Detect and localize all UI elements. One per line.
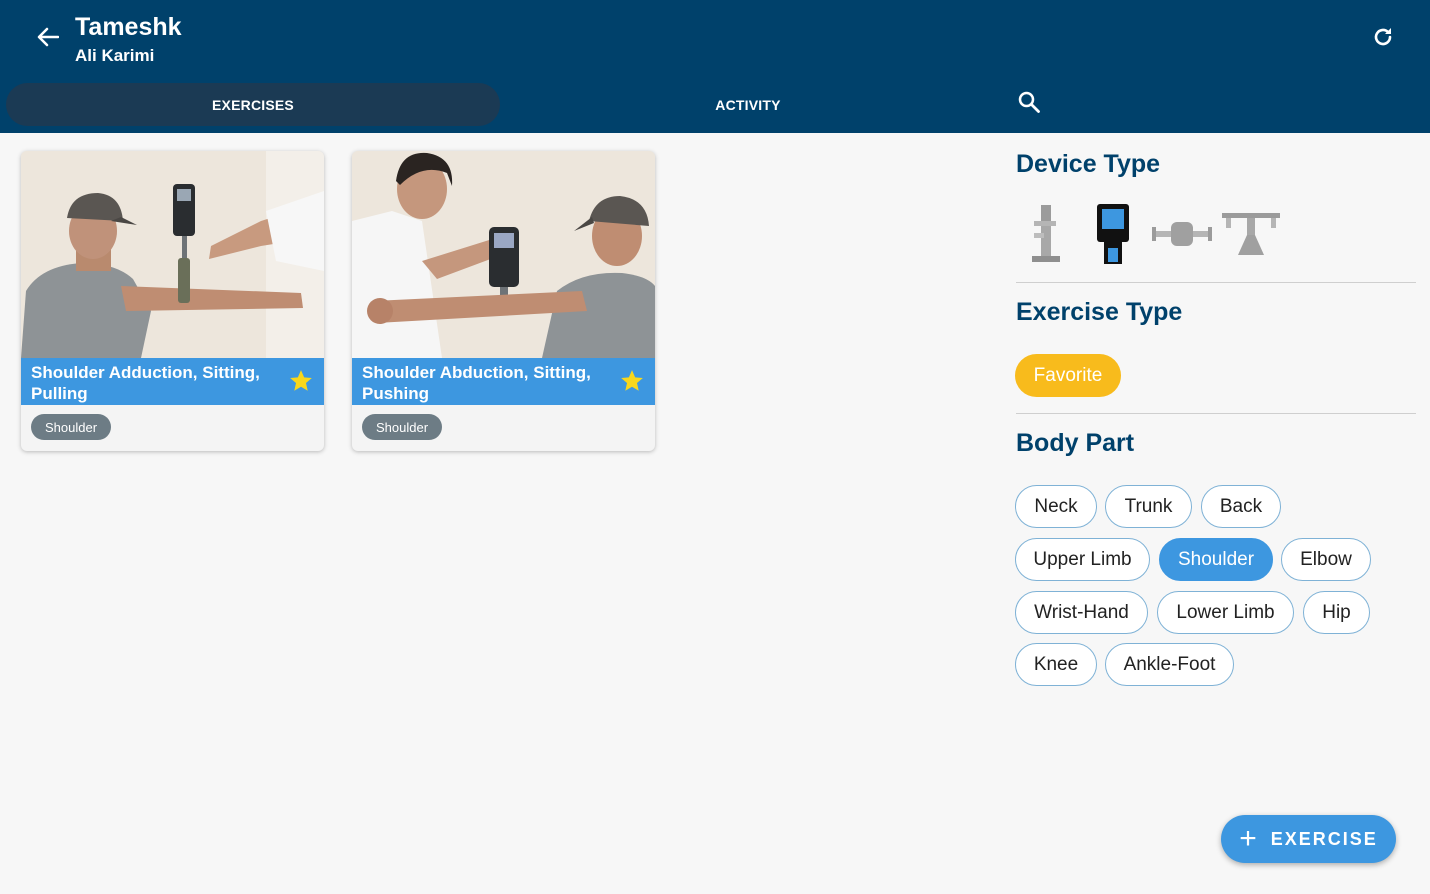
exercise-title: Shoulder Adduction, Sitting, Pulling — [31, 363, 260, 403]
chip-hip[interactable]: Hip — [1303, 591, 1370, 634]
chip-ankle-foot[interactable]: Ankle-Foot — [1105, 643, 1234, 686]
vertical-stand-device-icon — [1028, 203, 1062, 270]
body-part-tag: Shoulder — [362, 414, 443, 440]
star-icon[interactable] — [619, 368, 645, 394]
device-type-title: Device Type — [1016, 150, 1161, 178]
chip-trunk[interactable]: Trunk — [1105, 485, 1192, 528]
body-part-title: Body Part — [1016, 429, 1135, 457]
body-part-tag: Shoulder — [31, 414, 112, 440]
exercise-photo — [21, 151, 324, 358]
horizontal-dynamometer-icon — [1151, 217, 1213, 256]
chip-upper-limb[interactable]: Upper Limb — [1015, 538, 1150, 581]
chip-wrist-hand[interactable]: Wrist-Hand — [1015, 591, 1148, 634]
tab-exercises[interactable]: EXERCISES — [6, 83, 500, 126]
search-button[interactable] — [1013, 88, 1045, 120]
refresh-icon — [1371, 25, 1395, 54]
chip-lower-limb[interactable]: Lower Limb — [1157, 591, 1294, 634]
exercise-photo — [352, 151, 655, 358]
arrow-left-icon — [37, 27, 60, 52]
app-title: Tameshk — [75, 13, 182, 41]
refresh-button[interactable] — [1368, 24, 1398, 54]
exercise-caption: Shoulder Abduction, Sitting, Pushing — [352, 358, 655, 405]
device-option-table[interactable] — [1220, 204, 1282, 268]
exercise-caption: Shoulder Adduction, Sitting, Pulling — [21, 358, 324, 405]
chip-elbow[interactable]: Elbow — [1281, 538, 1371, 581]
search-icon — [1018, 91, 1040, 118]
star-icon[interactable] — [288, 368, 314, 394]
device-option-handheld[interactable] — [1082, 203, 1144, 270]
exercise-card[interactable]: Shoulder Abduction, Sitting, Pushing Sho… — [352, 151, 655, 451]
plus-icon: + — [1239, 822, 1257, 855]
add-exercise-button[interactable]: + EXERCISE — [1221, 815, 1396, 863]
tab-activity[interactable]: ACTIVITY — [500, 83, 996, 126]
app-bar: Tameshk Ali Karimi EXERCISES ACTIVITY — [0, 0, 1430, 133]
handheld-dynamometer-icon — [1096, 203, 1130, 270]
exercise-card[interactable]: Shoulder Adduction, Sitting, Pulling Sho… — [21, 151, 324, 451]
back-button[interactable] — [33, 24, 63, 54]
chip-back[interactable]: Back — [1201, 485, 1281, 528]
divider — [1016, 282, 1416, 283]
device-option-horizontal[interactable] — [1151, 204, 1213, 268]
chip-neck[interactable]: Neck — [1015, 485, 1097, 528]
device-option-vertical-stand[interactable] — [1014, 204, 1076, 268]
chip-shoulder[interactable]: Shoulder — [1159, 538, 1273, 581]
patient-name: Ali Karimi — [75, 46, 155, 65]
table-platform-device-icon — [1220, 211, 1282, 262]
exercise-type-title: Exercise Type — [1016, 298, 1183, 326]
divider — [1016, 413, 1416, 414]
chip-knee[interactable]: Knee — [1015, 643, 1097, 686]
exercise-title: Shoulder Abduction, Sitting, Pushing — [362, 363, 591, 403]
add-exercise-label: EXERCISE — [1270, 828, 1378, 849]
favorite-chip[interactable]: Favorite — [1015, 354, 1121, 397]
